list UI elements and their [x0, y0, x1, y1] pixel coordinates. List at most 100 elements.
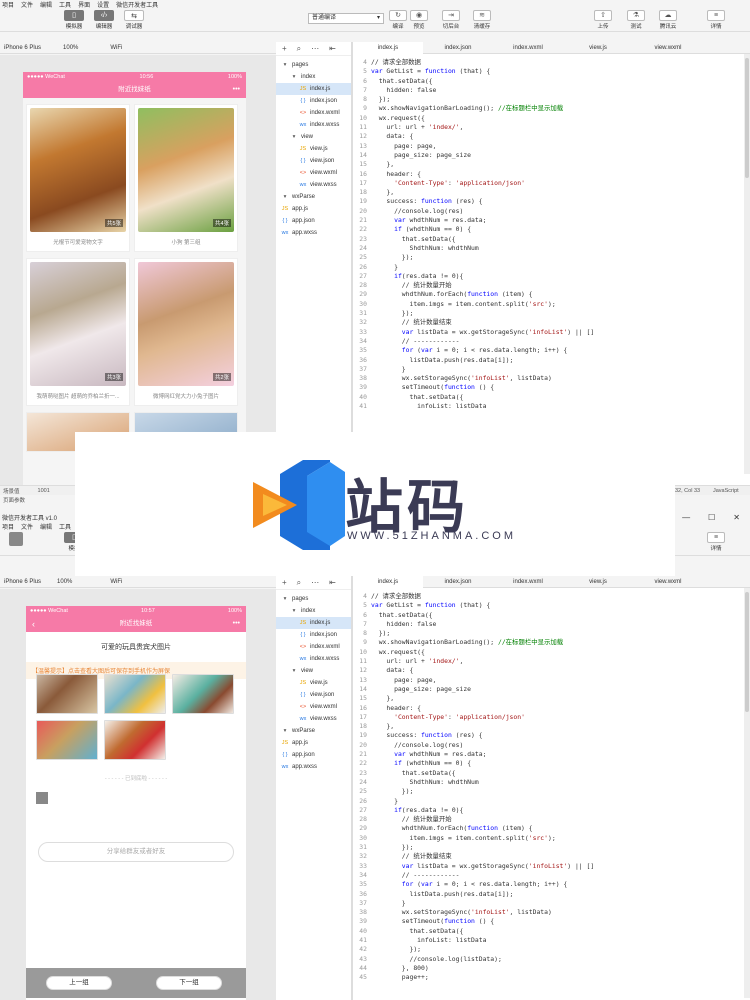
thumbnail-3[interactable] — [172, 674, 234, 714]
thumbnail-4[interactable] — [36, 720, 98, 760]
compile-mode-select[interactable]: 普通编译 — [308, 13, 384, 24]
code-line: 32 // 统计数量结束 — [353, 852, 750, 861]
file-tree-item[interactable]: { } index.json — [276, 95, 351, 107]
network-select[interactable]: WiFi — [106, 579, 126, 585]
file-tree-item[interactable]: ▾ view — [276, 665, 351, 677]
file-tree-item[interactable]: ▾ pages — [276, 593, 351, 605]
device-select[interactable]: iPhone 6 Plus — [0, 45, 45, 51]
device-select[interactable]: iPhone 6 Plus — [0, 579, 45, 585]
editor-tab[interactable]: view.js — [563, 42, 633, 54]
scroll-thumb[interactable] — [745, 592, 749, 712]
editor-tab[interactable]: index.wxml — [493, 42, 563, 54]
zoom-select[interactable]: 100% — [59, 45, 82, 51]
file-tree-item[interactable]: JS app.js — [276, 203, 351, 215]
file-tree-item[interactable]: wx view.wxss — [276, 713, 351, 725]
more-icon[interactable]: ⋯ — [311, 44, 319, 53]
file-tree-item[interactable]: { } view.json — [276, 155, 351, 167]
editor-tab[interactable]: index.js — [353, 42, 423, 54]
thumbnail-1[interactable] — [36, 674, 98, 714]
back-icon[interactable]: ‹ — [32, 616, 35, 632]
file-tree-item[interactable]: { } index.json — [276, 629, 351, 641]
file-tree-item[interactable]: ▾ wxParse — [276, 725, 351, 737]
prev-button[interactable]: 上一组 — [46, 976, 112, 990]
editor-tab[interactable]: view.wxml — [633, 576, 703, 588]
more-icon[interactable]: ••• — [233, 82, 240, 98]
photo-card[interactable]: 共2张 微博网红党大力小兔子图片 — [134, 258, 238, 406]
avatar[interactable] — [2, 532, 30, 547]
card-image[interactable] — [30, 262, 126, 386]
code-area[interactable]: 4 // 请求全部数据 5 var GetList = function (that)… — [353, 588, 750, 982]
file-tree-item[interactable]: { } app.json — [276, 215, 351, 227]
code-area[interactable]: 4 // 请求全部数据 5 var GetList = function (that)… — [353, 54, 750, 411]
language-mode[interactable]: JavaScript — [713, 488, 739, 494]
maximize-icon[interactable]: ☐ — [708, 513, 715, 522]
editor-tab[interactable]: view.wxml — [633, 42, 703, 54]
close-icon[interactable]: ✕ — [733, 513, 740, 522]
collapse-icon[interactable]: ⇤ — [329, 578, 336, 587]
upload-button[interactable]: ⇧ 上传 — [590, 10, 616, 30]
file-tree-item[interactable]: wx view.wxss — [276, 179, 351, 191]
file-tree-item[interactable]: <> view.wxml — [276, 701, 351, 713]
share-button[interactable]: 分享给群友或者好友 — [38, 842, 234, 862]
test-button[interactable]: ⚗ 测试 — [623, 10, 649, 30]
network-select[interactable]: WiFi — [106, 45, 126, 51]
file-tree-item[interactable]: <> index.wxml — [276, 107, 351, 119]
details-button[interactable]: ≡ 详情 — [703, 532, 729, 552]
file-tree-item[interactable]: ▾ view — [276, 131, 351, 143]
details-button[interactable]: ≡ 详情 — [703, 10, 729, 30]
more-icon[interactable]: ⋯ — [311, 578, 319, 587]
file-tree-item[interactable]: JS app.js — [276, 737, 351, 749]
file-tree-item[interactable]: wx app.wxss — [276, 227, 351, 239]
cut-backend-button[interactable]: ⇥ 切后台 — [438, 10, 464, 30]
file-tree-item[interactable]: JS index.js — [276, 83, 351, 95]
debugger-button[interactable]: ⇆ 调试器 — [120, 10, 148, 30]
file-tree-item[interactable]: wx app.wxss — [276, 761, 351, 773]
file-tree-item[interactable]: wx index.wxss — [276, 119, 351, 131]
card-image[interactable] — [138, 262, 234, 386]
file-tree-item[interactable]: JS view.js — [276, 143, 351, 155]
editor-tab[interactable]: index.json — [423, 42, 493, 54]
file-tree-item[interactable]: wx index.wxss — [276, 653, 351, 665]
file-tree-item[interactable]: { } app.json — [276, 749, 351, 761]
editor-tab[interactable]: view.js — [563, 576, 633, 588]
search-icon[interactable]: ⌕ — [297, 44, 301, 54]
scrollbar[interactable] — [744, 588, 750, 998]
file-tree-item[interactable]: ▾ wxParse — [276, 191, 351, 203]
card-image[interactable] — [138, 108, 234, 232]
clear-cache-button[interactable]: ≋ 清缓存 — [469, 10, 495, 30]
thumbnail-2[interactable] — [104, 674, 166, 714]
photo-card[interactable]: 共3张 我萌萌哒图片 超萌的乔柏兰折一... — [26, 258, 130, 406]
next-button[interactable]: 下一组 — [156, 976, 222, 990]
phone-screen: ●●●●● WeChat 10:57 100% ‹ 附近找妹纸 ••• 可爱的玩… — [26, 606, 246, 1000]
thumbnail-5[interactable] — [104, 720, 166, 760]
file-tree-item[interactable]: JS view.js — [276, 677, 351, 689]
search-icon[interactable]: ⌕ — [297, 578, 301, 588]
photo-card[interactable]: 共5张 光棍节可爱宠物文字 — [26, 104, 130, 252]
scene-value[interactable]: 1001 — [20, 488, 50, 494]
editor-tab[interactable]: index.json — [423, 576, 493, 588]
card-image[interactable] — [30, 108, 126, 232]
zoom-select[interactable]: 100% — [53, 579, 76, 585]
preview-button[interactable]: ◉ 预览 — [406, 10, 432, 30]
editor-button[interactable]: ‹/› 编辑器 — [90, 10, 118, 30]
file-tree-item[interactable]: JS index.js — [276, 617, 351, 629]
more-icon[interactable]: ••• — [233, 616, 240, 632]
file-tree-item[interactable]: ▾ index — [276, 605, 351, 617]
file-tree-item[interactable]: <> view.wxml — [276, 167, 351, 179]
add-icon[interactable]: + — [282, 578, 287, 587]
editor-tab[interactable]: index.js — [353, 576, 423, 588]
add-icon[interactable]: + — [282, 44, 287, 53]
file-tree-item[interactable]: ▾ pages — [276, 59, 351, 71]
editor-tab[interactable]: index.wxml — [493, 576, 563, 588]
scrollbar[interactable] — [744, 54, 750, 474]
minimize-icon[interactable]: — — [682, 513, 690, 522]
photo-card[interactable]: 共4张 小狗 第三组 — [134, 104, 238, 252]
collapse-icon[interactable]: ⇤ — [329, 44, 336, 53]
code-text: }, — [371, 694, 395, 703]
scroll-thumb[interactable] — [745, 58, 749, 178]
file-tree-item[interactable]: ▾ index — [276, 71, 351, 83]
file-tree-item[interactable]: <> index.wxml — [276, 641, 351, 653]
tencent-cloud-button[interactable]: ☁ 腾讯云 — [655, 10, 681, 30]
file-tree-item[interactable]: { } view.json — [276, 689, 351, 701]
simulator-button[interactable]: ▯ 模拟器 — [60, 10, 88, 30]
